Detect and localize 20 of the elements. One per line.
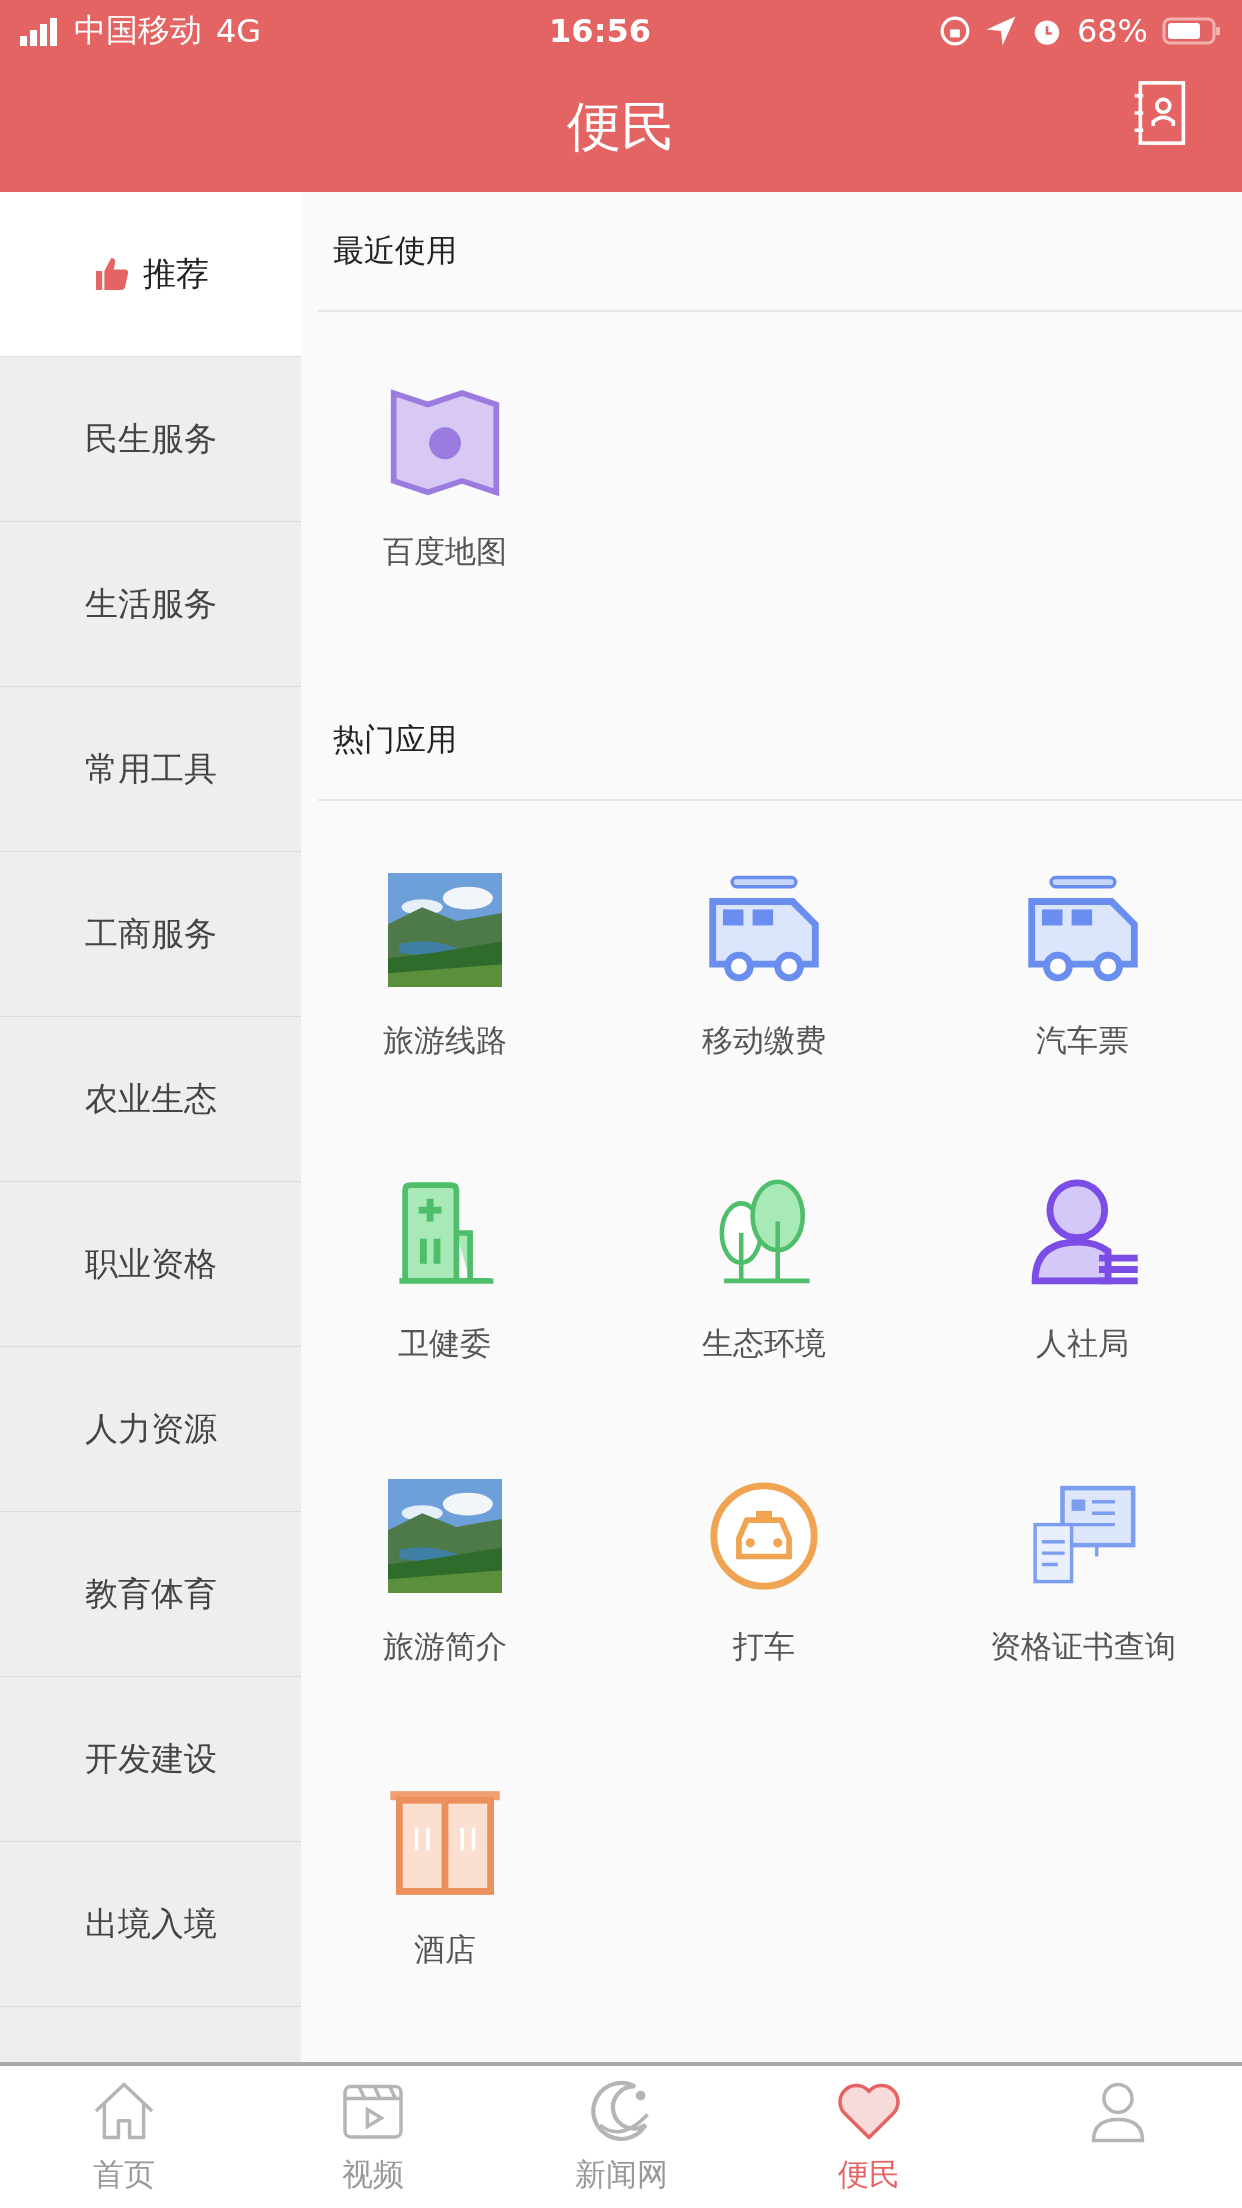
status-time: 16:56: [549, 12, 651, 50]
app-label[interactable]: 资格证书查询: [982, 1623, 1183, 1669]
app-label[interactable]: 生态环境: [663, 1320, 864, 1366]
app-label[interactable]: 移动缴费: [663, 1017, 864, 1063]
rotation-lock-icon: [938, 15, 971, 47]
carrier-name: 中国移动: [74, 10, 202, 51]
app-label[interactable]: 人社局: [982, 1320, 1183, 1366]
app-label[interactable]: 汽车票: [982, 1017, 1183, 1063]
section-title: 最近使用: [333, 231, 457, 270]
app-label[interactable]: 酒店: [344, 1926, 545, 1972]
network-type: 4G: [216, 12, 262, 50]
page-title: 便民: [567, 93, 675, 160]
app-label[interactable]: 百度地图: [344, 528, 545, 574]
app-label[interactable]: 旅游简介: [344, 1623, 545, 1669]
section-title: 热门应用: [333, 720, 457, 759]
app-label[interactable]: 打车: [663, 1623, 864, 1669]
battery-percentage: 68%: [1076, 12, 1148, 50]
app-label[interactable]: 卫健委: [344, 1320, 545, 1366]
sidebar-item[interactable]: 推荐: [0, 192, 301, 357]
app-label[interactable]: 旅游线路: [344, 1017, 545, 1063]
